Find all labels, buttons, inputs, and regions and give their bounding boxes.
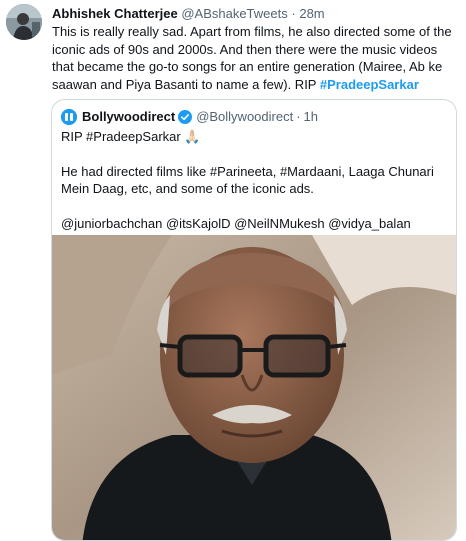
author-name[interactable]: Abhishek Chatterjee [52,6,178,21]
quoted-tweet-time[interactable]: 1h [304,109,318,125]
tweet-header: Abhishek Chatterjee @ABshakeTweets · 28m [52,5,462,22]
quoted-author-handle[interactable]: @Bollywoodirect [196,109,293,125]
separator-dot: · [291,6,296,21]
tweet-time[interactable]: 28m [299,6,324,21]
quoted-author-name[interactable]: Bollywoodirect [82,109,175,125]
tweet-text: This is really really sad. Apart from fi… [52,23,457,93]
quoted-separator-dot: · [296,109,301,124]
author-avatar[interactable] [6,4,42,40]
tweet-hashtag-link[interactable]: #PradeepSarkar [320,77,419,92]
tweet-card[interactable]: Abhishek Chatterjee @ABshakeTweets · 28m… [0,0,466,541]
quoted-author-avatar[interactable] [61,109,77,125]
quoted-tweet-photo[interactable] [52,235,456,540]
quoted-avatar-logo-icon [61,109,77,125]
author-handle[interactable]: @ABshakeTweets [181,6,287,21]
quoted-text-line-1: RIP #PradeepSarkar 🙏🏻 [61,129,201,144]
verified-badge-icon [178,110,193,124]
portrait-photo-image [52,235,456,540]
quoted-tweet-text: RIP #PradeepSarkar 🙏🏻 He had directed fi… [61,128,449,249]
quoted-tweet-header: Bollywoodirect @Bollywoodirect · 1h [61,109,318,125]
quoted-tweet[interactable]: Bollywoodirect @Bollywoodirect · 1h RIP … [51,99,457,541]
avatar-image [6,4,42,40]
quoted-text-line-2: He had directed films like #Parineeta, #… [61,163,434,197]
quoted-text-line-3: @juniorbachchan @itsKajolD @NeilNMukesh … [61,215,411,231]
